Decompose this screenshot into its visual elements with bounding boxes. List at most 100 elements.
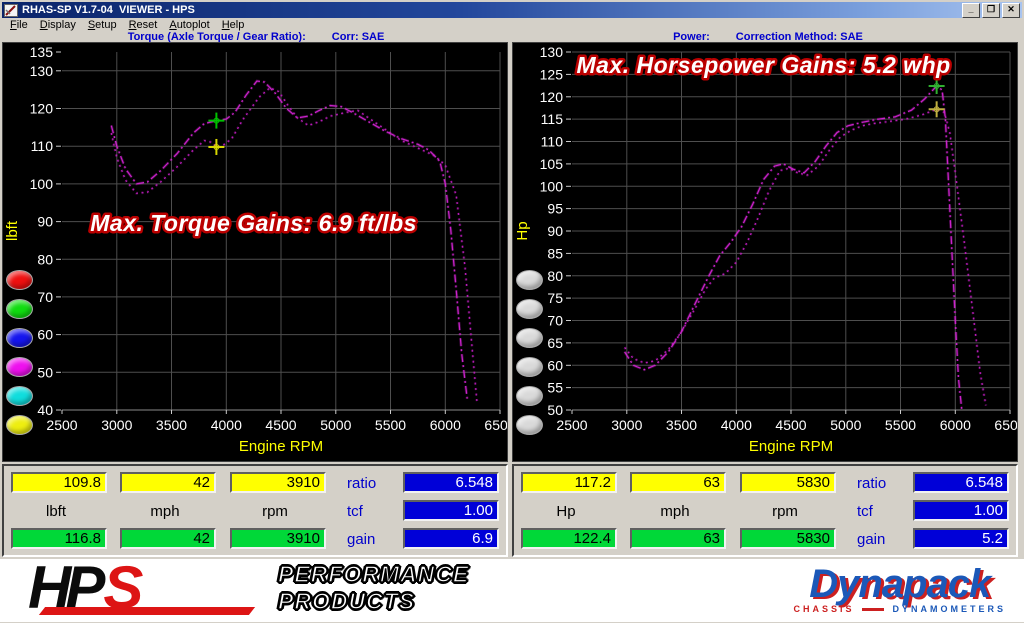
torque-unit-label: lbft [9, 503, 103, 520]
restore-button[interactable]: ❐ [982, 3, 1000, 18]
speed-baseline-value: 42 [120, 472, 216, 493]
run-button-gray-2[interactable] [516, 299, 543, 319]
gain-value: 5.2 [913, 528, 1009, 549]
menu-setup[interactable]: Setup [82, 19, 123, 31]
dynapack-logo-subtitle: CHASSIS DYNAMOMETERS [793, 604, 1006, 614]
torque-header-correction: Corr: SAE [332, 31, 385, 43]
tcf-value: 1.00 [403, 500, 499, 521]
tcf-value: 1.00 [913, 500, 1009, 521]
hps-logo-line2: PRODUCTS [278, 588, 469, 615]
run-button-gray-6[interactable] [516, 415, 543, 435]
app-icon [4, 4, 18, 17]
speed-modified-value: 42 [120, 528, 216, 549]
speed-baseline-value: 63 [630, 472, 726, 493]
dynapack-logo-word: Dynapack [793, 565, 1006, 603]
ratio-value: 6.548 [403, 472, 499, 493]
speed-unit-label: mph [628, 503, 722, 520]
svg-text:5500: 5500 [375, 417, 406, 433]
run-button-magenta[interactable] [6, 357, 33, 377]
speed-unit-label: mph [118, 503, 212, 520]
torque-data-panel: 109.8 42 3910 lbft mph rpm 116.8 42 3910… [2, 464, 508, 557]
svg-text:90: 90 [547, 223, 563, 239]
ratio-label: ratio [347, 475, 376, 492]
svg-text:85: 85 [547, 245, 563, 261]
svg-text:6500: 6500 [994, 417, 1017, 433]
svg-text:130: 130 [540, 44, 564, 60]
dynapack-logo: Dynapack CHASSIS DYNAMOMETERS [793, 565, 1006, 614]
svg-text:Hp: Hp [514, 221, 531, 240]
charts-row: 2500300035004000450050005500600065001351… [0, 42, 1024, 462]
svg-text:Engine RPM: Engine RPM [749, 438, 833, 455]
svg-text:2500: 2500 [46, 417, 77, 433]
close-button[interactable]: ✕ [1002, 3, 1020, 18]
run-button-cyan[interactable] [6, 386, 33, 406]
svg-text:95: 95 [547, 201, 563, 217]
power-header-title: Power: [673, 31, 710, 43]
svg-text:5000: 5000 [320, 417, 351, 433]
svg-text:70: 70 [547, 313, 563, 329]
power-unit-label: Hp [519, 503, 613, 520]
svg-text:4000: 4000 [721, 417, 752, 433]
power-data-panel: 117.2 63 5830 Hp mph rpm 122.4 63 5830 r… [512, 464, 1018, 557]
svg-text:6500: 6500 [484, 417, 507, 433]
rpm-baseline-value: 3910 [230, 472, 326, 493]
run-button-yellow[interactable] [6, 415, 33, 435]
svg-text:100: 100 [540, 178, 564, 194]
torque-header: Torque (Axle Torque / Gear Ratio): Corr:… [0, 31, 512, 43]
svg-text:135: 135 [30, 44, 54, 60]
dynapack-dynamometers-text: DYNAMOMETERS [892, 604, 1006, 614]
app-window: RHAS-SP V1.7-04 VIEWER - HPS _ ❐ ✕ File … [0, 2, 1024, 623]
svg-text:4000: 4000 [211, 417, 242, 433]
svg-text:100: 100 [30, 176, 54, 192]
rpm-modified-value: 5830 [740, 528, 836, 549]
svg-text:3000: 3000 [101, 417, 132, 433]
hps-swoosh-graphic [39, 607, 255, 615]
dynapack-dash-graphic [862, 608, 884, 611]
power-header: Power: Correction Method: SAE [512, 31, 1024, 43]
svg-text:70: 70 [37, 289, 53, 305]
dynapack-chassis-text: CHASSIS [793, 604, 854, 614]
tcf-label: tcf [857, 503, 873, 520]
hps-logo: HPS PERFORMANCE PRODUCTS [28, 559, 468, 621]
data-row: 109.8 42 3910 lbft mph rpm 116.8 42 3910… [0, 462, 1024, 559]
menu-help[interactable]: Help [216, 19, 251, 31]
ratio-value: 6.548 [913, 472, 1009, 493]
menu-file[interactable]: File [4, 19, 34, 31]
gain-value: 6.9 [403, 528, 499, 549]
menu-autoplot[interactable]: Autoplot [163, 19, 215, 31]
rpm-modified-value: 3910 [230, 528, 326, 549]
power-chart-panel: 2500300035004000450050005500600065001301… [512, 42, 1018, 462]
menu-display[interactable]: Display [34, 19, 82, 31]
run-button-gray-5[interactable] [516, 386, 543, 406]
power-modified-value: 122.4 [521, 528, 617, 549]
gain-label: gain [347, 531, 375, 548]
svg-text:4500: 4500 [265, 417, 296, 433]
svg-text:60: 60 [547, 357, 563, 373]
menu-reset[interactable]: Reset [123, 19, 164, 31]
svg-text:Max. Torque Gains: 6.9 ft/lbs: Max. Torque Gains: 6.9 ft/lbs [90, 210, 417, 236]
svg-text:4500: 4500 [775, 417, 806, 433]
run-button-gray-1[interactable] [516, 270, 543, 290]
logo-strip: HPS PERFORMANCE PRODUCTS Dynapack CHASSI… [0, 559, 1024, 622]
run-button-gray-3[interactable] [516, 328, 543, 348]
svg-text:5000: 5000 [830, 417, 861, 433]
run-button-gray-4[interactable] [516, 357, 543, 377]
svg-text:40: 40 [37, 402, 53, 418]
svg-text:105: 105 [540, 156, 564, 172]
minimize-button[interactable]: _ [962, 3, 980, 18]
menu-bar: File Display Setup Reset Autoplot Help [0, 18, 1024, 31]
svg-text:2500: 2500 [556, 417, 587, 433]
power-header-correction: Correction Method: SAE [736, 31, 863, 43]
torque-chart: 2500300035004000450050005500600065001351… [3, 43, 507, 461]
svg-text:120: 120 [30, 101, 54, 117]
run-button-blue[interactable] [6, 328, 33, 348]
torque-chart-panel: 2500300035004000450050005500600065001351… [2, 42, 508, 462]
svg-text:130: 130 [30, 63, 54, 79]
svg-text:3500: 3500 [156, 417, 187, 433]
svg-text:5500: 5500 [885, 417, 916, 433]
torque-header-title: Torque (Axle Torque / Gear Ratio): [128, 31, 306, 43]
window-title: RHAS-SP V1.7-04 VIEWER - HPS [22, 4, 960, 16]
run-button-green[interactable] [6, 299, 33, 319]
svg-text:3000: 3000 [611, 417, 642, 433]
run-button-red[interactable] [6, 270, 33, 290]
